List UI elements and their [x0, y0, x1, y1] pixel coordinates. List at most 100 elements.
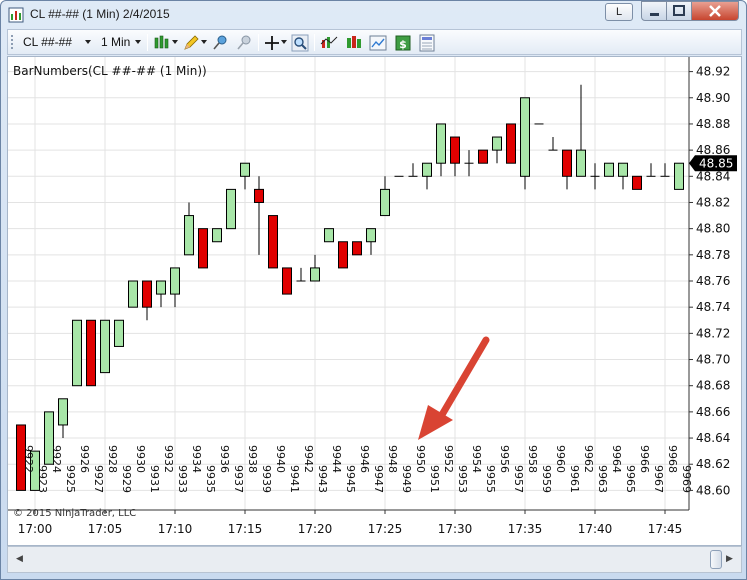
y-tick-label: 48.74 — [696, 300, 730, 314]
candle-body — [254, 188, 264, 203]
drawing-tool-icon[interactable] — [182, 34, 200, 52]
window-title: CL ##-## (1 Min) 2/4/2015 — [30, 7, 170, 21]
pin-icon[interactable] — [211, 34, 229, 52]
maximize-icon — [673, 5, 685, 16]
instrument-selector[interactable]: CL ##-## — [23, 35, 72, 49]
candle-body — [366, 228, 376, 243]
candle-body — [128, 280, 138, 308]
y-tick-label: 48.90 — [696, 91, 730, 105]
bar-number-label: 9944 — [330, 445, 343, 473]
bar-number-label: 9947 — [372, 465, 385, 493]
bar-style-icon[interactable] — [153, 34, 171, 52]
chevron-down-icon[interactable] — [135, 40, 141, 44]
bar-number-label: 9965 — [624, 465, 637, 493]
bar-number-label: 9945 — [344, 465, 357, 493]
bar-number-label: 9956 — [498, 445, 511, 473]
x-tick-label: 17:45 — [648, 522, 683, 536]
current-price-label: 48.85 — [699, 157, 733, 171]
dollar-icon[interactable]: $ — [394, 34, 412, 52]
chart-trader-icon[interactable] — [369, 34, 387, 52]
bar-number-label: 9924 — [50, 445, 63, 473]
candle-body — [240, 162, 250, 177]
data-box-icon[interactable] — [418, 34, 436, 52]
toolbar-separator — [258, 34, 259, 51]
title-bar[interactable]: CL ##-## (1 Min) 2/4/2015 L — [1, 1, 746, 29]
candle-body — [352, 241, 362, 256]
svg-text:$: $ — [399, 38, 407, 51]
bar-number-label: 9927 — [92, 465, 105, 493]
close-button[interactable] — [691, 1, 739, 21]
bar-number-label: 9925 — [64, 465, 77, 493]
close-icon — [709, 5, 721, 17]
link-button[interactable]: L — [605, 3, 633, 21]
candle-body — [268, 215, 278, 269]
bar-number-label: 9934 — [190, 445, 203, 473]
price-chart[interactable]: 9922992399249925992699279928992999309931… — [8, 57, 743, 547]
bar-number-label: 9929 — [120, 465, 133, 493]
period-selector[interactable]: 1 Min — [101, 35, 130, 49]
bar-number-label: 9950 — [414, 445, 427, 473]
bar-number-label: 9931 — [148, 465, 161, 493]
candle-body — [114, 319, 124, 347]
candle-body — [198, 228, 208, 269]
bar-number-label: 9938 — [246, 445, 259, 473]
bar-number-label: 9928 — [106, 445, 119, 473]
bar-number-label: 9952 — [442, 445, 455, 473]
bar-number-label: 9933 — [176, 465, 189, 493]
y-tick-label: 48.78 — [696, 248, 730, 262]
indicators-icon[interactable] — [320, 34, 338, 52]
toolbar-grip[interactable] — [11, 35, 13, 49]
bar-number-label: 9957 — [512, 465, 525, 493]
bar-number-label: 9941 — [288, 465, 301, 493]
chevron-down-icon[interactable] — [201, 40, 207, 44]
candle-body — [142, 280, 152, 308]
y-tick-label: 48.66 — [696, 405, 730, 419]
scroll-right-icon[interactable]: ▶ — [721, 551, 738, 568]
minimize-button[interactable] — [641, 1, 667, 21]
bar-number-label: 9953 — [456, 465, 469, 493]
chart-panel[interactable]: 9922 9923 9924 9925 9926 9927 9928 9929 9930 9931… — [7, 56, 742, 546]
bar-number-label: 9959 — [540, 465, 553, 493]
unpin-icon[interactable] — [235, 34, 253, 52]
candle-body — [422, 162, 432, 177]
candle-body — [506, 123, 516, 164]
candle-body — [450, 136, 460, 164]
bar-number-label: 9942 — [302, 445, 315, 473]
candle-body — [604, 162, 614, 177]
candle-body — [492, 136, 502, 151]
x-tick-label: 17:30 — [438, 522, 473, 536]
bar-number-label: 9968 — [666, 445, 679, 473]
candle-body — [86, 319, 96, 387]
horizontal-scrollbar[interactable]: ◀ ▶ — [7, 546, 742, 573]
bar-number-label: 9939 — [260, 465, 273, 493]
bar-number-label: 9926 — [78, 445, 91, 473]
zoom-icon[interactable] — [291, 34, 309, 52]
bar-number-label: 9961 — [568, 465, 581, 493]
candle-body — [632, 175, 642, 190]
maximize-button[interactable] — [666, 1, 692, 21]
bar-number-label: 9960 — [554, 445, 567, 473]
y-tick-label: 48.60 — [696, 483, 730, 497]
chevron-down-icon[interactable] — [172, 40, 178, 44]
scroll-left-icon[interactable]: ◀ — [11, 551, 28, 568]
candle-body — [380, 188, 390, 217]
candle-body — [184, 215, 194, 256]
bar-number-label: 9955 — [484, 465, 497, 493]
y-tick-label: 48.68 — [696, 379, 730, 393]
annotation-arrow — [418, 336, 490, 440]
chevron-down-icon[interactable] — [85, 40, 91, 44]
strategies-icon[interactable] — [345, 34, 363, 52]
candle-body — [576, 149, 586, 177]
bar-number-label: 9964 — [610, 445, 623, 473]
crosshair-icon[interactable] — [263, 34, 281, 52]
bar-number-label: 9969 — [680, 465, 693, 493]
bar-number-label: 9940 — [274, 445, 287, 473]
candle-body — [324, 228, 334, 243]
chevron-down-icon[interactable] — [281, 40, 287, 44]
bar-number-label: 9958 — [526, 445, 539, 473]
candle-body — [436, 123, 446, 164]
candle-body — [520, 97, 530, 177]
x-tick-label: 17:15 — [228, 522, 263, 536]
candle-body — [58, 398, 68, 426]
bar-number-label: 9954 — [470, 445, 483, 473]
